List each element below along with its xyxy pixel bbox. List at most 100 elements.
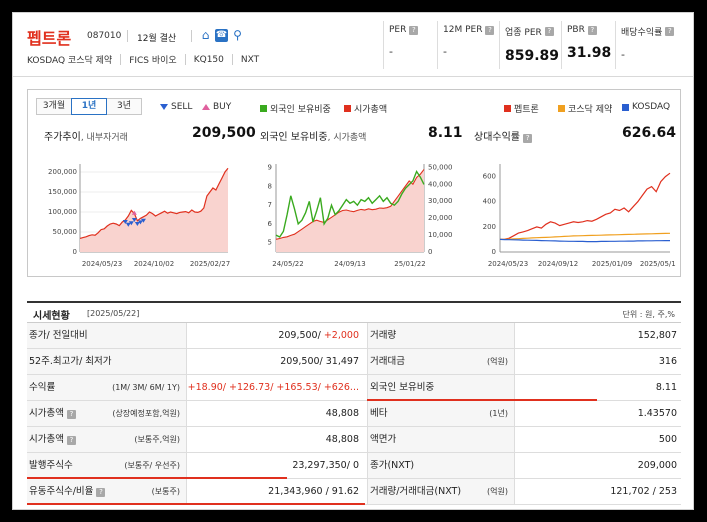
y-left-tick-label: 8 [268,182,272,190]
chart2-value: 8.11 [428,125,463,141]
row-value: 152,807 [637,330,677,341]
peptron-line [499,172,671,240]
price-trend-chart: 200,000 150,000 100,000 50,000 0 2024/05/23 20… [48,164,230,268]
table-row: 52주.최고가/ 최저가 209,500/ 31,497 거래대금 (억원) 316 [27,349,681,375]
valuation-metrics: PER? - 12M PER? - 업종 PER? 859.89 PBR? 31… [383,21,681,69]
relative-return-chart: 600 400 200 0 2024/05/23 2024/09/12 2025/01/09… [483,164,676,268]
legend-marketcap[interactable]: 시가총액 [344,102,387,115]
row-label: 종가(NXT) [367,453,515,478]
row-label: 52주.최고가/ 최저가 [27,349,187,374]
highlight-underline [367,399,597,401]
y-right-tick-label: 0 [428,248,432,256]
help-icon[interactable]: ? [587,25,597,35]
help-icon[interactable]: ? [485,25,495,35]
market-status-section: 시세현황 [2025/05/22] 단위 : 원, 주,% 종가/ 전일대비 20… [27,301,681,509]
x-tick-label: 25/01/22 [394,260,425,268]
help-icon[interactable]: ? [544,27,554,36]
chart3-title: 상대수익률 ? [474,128,533,143]
sell-marker-icon [160,104,168,110]
y-tick-label: 0 [492,248,496,256]
legend-kosdaq[interactable]: KOSDAQ [622,102,670,112]
row-label: 유동주식수/비율 ? (보통주) [27,479,187,504]
legend-swatch [260,105,267,112]
x-tick-label: 2024/05/23 [82,260,122,268]
market-tags: KOSDAQ 코스닥 제약 FICS 바이오 KQ150 NXT [27,53,267,66]
tab-3m[interactable]: 3개월 [36,98,72,115]
company-name: 펩트론 [27,29,72,48]
y-tick-label: 100,000 [48,208,77,216]
row-label: 거래대금 (억원) [367,349,515,374]
row-label: 종가/ 전일대비 [27,323,187,348]
help-icon[interactable]: ? [665,27,675,36]
home-icon[interactable]: ⌂ [199,29,212,42]
row-label: 액면가 [367,427,515,452]
row-value: 21,343,960 / 91.62 [268,486,359,497]
stock-code: 087010 [87,31,122,41]
row-label: 거래량/거래대금(NXT) (억원) [367,479,515,504]
y-tick-label: 50,000 [53,228,78,236]
phone-icon[interactable]: ☎ [215,29,228,42]
help-icon[interactable]: ? [67,410,76,419]
y-left-tick-label: 7 [268,201,272,209]
legend-kosdaq-pharma[interactable]: 코스닥 제약 [558,102,612,115]
row-label: 시가총액 ? (보통주,억원) [27,427,187,452]
legend-swatch [622,103,629,111]
row-label: 거래량 [367,323,515,348]
legend-peptron[interactable]: 펩트론 [504,102,539,115]
buy-marker-icon [202,104,210,110]
legend-swatch [558,105,565,112]
help-icon[interactable]: ? [67,436,76,445]
foreign-holding-chart: 9 8 7 6 5 50,000 40,000 30,000 20,000 10,000 0 24/0… [268,163,453,268]
legend-sell[interactable]: SELL [160,102,192,112]
row-value: 316 [658,356,677,367]
x-tick-label: 2024/05/23 [488,260,528,268]
y-right-tick-label: 40,000 [428,180,453,188]
x-tick-label: 24/09/13 [334,260,365,268]
highlight-underline [27,503,365,505]
y-right-tick-label: 20,000 [428,214,453,222]
y-left-tick-label: 6 [268,220,273,228]
row-value: 500 [658,434,677,445]
legend-swatch [504,105,511,112]
tab-1y[interactable]: 1년 [71,98,107,115]
legend-buy[interactable]: BUY [202,102,231,112]
tab-3y[interactable]: 3년 [106,98,142,115]
header-icons: ⌂ ☎ ⚲ [199,29,244,42]
tag-market: KOSDAQ 코스닥 제약 [27,56,113,66]
x-tick-label: 2024/09/12 [538,260,578,268]
tag-nxt: NXT [240,54,260,65]
y-tick-label: 150,000 [48,188,77,196]
section-unit: 단위 : 원, 주,% [622,310,675,319]
section-header: 시세현황 [2025/05/22] 단위 : 원, 주,% [27,301,681,323]
row-value: 8.11 [655,382,677,393]
y-tick-label: 600 [483,173,496,181]
legend-foreign[interactable]: 외국인 보유비중 [260,102,331,115]
y-right-tick-label: 30,000 [428,197,453,205]
row-value: 209,000 [637,460,677,471]
chart2-title: 외국인 보유비중, 시가총액 [260,132,367,143]
divider [127,30,128,42]
row-value: 121,702 / 253 [610,486,677,497]
period-tabs: 3개월 1년 3년 [36,98,142,115]
x-tick-label: 2025/05/15 [640,260,676,268]
x-tick-label: 2024/10/02 [134,260,174,268]
metric-12m-per: 12M PER? - [437,21,499,69]
tag-index: KQ150 [193,54,224,65]
y-right-tick-label: 10,000 [428,231,453,239]
metric-pbr: PBR? 31.98 [561,21,615,69]
row-value: 23,297,350/ 0 [292,460,359,471]
chart1-value: 209,500 [192,125,256,141]
help-icon[interactable]: ? [409,25,419,35]
x-tick-label: 2025/01/09 [592,260,632,268]
help-icon[interactable]: ? [96,488,106,497]
metric-dividend-yield: 배당수익률? - [615,21,681,69]
chart3-value: 626.64 [622,125,677,141]
row-value: 48,808 [325,434,359,445]
y-tick-label: 200 [483,223,496,231]
y-tick-label: 400 [483,198,496,206]
price-area [80,168,228,252]
table-row: 발행주식수 (보통주/ 우선주) 23,297,350/ 0 종가(NXT) 209,0… [27,453,681,479]
help-icon[interactable]: ? [523,134,533,143]
kosdaq-line [499,238,670,243]
map-pin-icon[interactable]: ⚲ [231,29,244,42]
